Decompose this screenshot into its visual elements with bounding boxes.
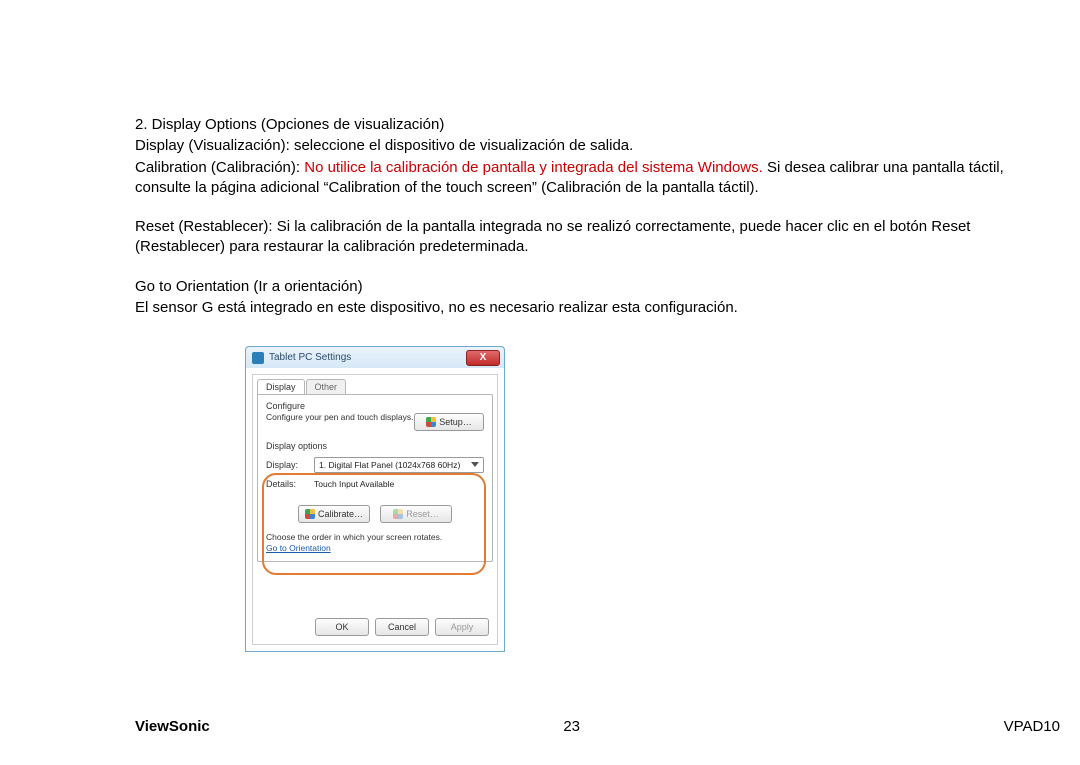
tablet-pc-settings-dialog: Tablet PC Settings X Display Other Confi… [245, 346, 505, 652]
calibration-warning: No utilice la calibración de pantalla y … [304, 159, 763, 176]
paragraph-reset: Reset (Restablecer): Si la calibración d… [135, 217, 1060, 258]
paragraph-orientation-body: El sensor G está integrado en este dispo… [135, 298, 1060, 318]
dialog-button-bar: OK Cancel Apply [253, 612, 497, 638]
heading: 2. Display Options (Opciones de visualiz… [135, 115, 1060, 135]
configure-desc: Configure your pen and touch displays. [266, 413, 414, 422]
paragraph-display: Display (Visualización): seleccione el d… [135, 136, 1060, 156]
reset-button-label: Reset… [406, 509, 439, 519]
setup-button-label: Setup… [439, 417, 472, 427]
tab-strip: Display Other [257, 379, 497, 394]
paragraph-orientation-heading: Go to Orientation (Ir a orientación) [135, 277, 1060, 297]
ok-button[interactable]: OK [315, 618, 369, 636]
display-dropdown-value: 1. Digital Flat Panel (1024x768 60Hz) [319, 460, 460, 470]
configure-label: Configure [266, 401, 484, 411]
shield-icon [305, 509, 315, 519]
dialog-titlebar[interactable]: Tablet PC Settings X [245, 346, 505, 368]
dialog-title: Tablet PC Settings [269, 352, 466, 363]
setup-button[interactable]: Setup… [414, 413, 484, 431]
tab-display[interactable]: Display [257, 379, 305, 394]
cancel-button[interactable]: Cancel [375, 618, 429, 636]
footer-page-number: 23 [140, 718, 1004, 735]
shield-icon [426, 417, 436, 427]
document-body: 2. Display Options (Opciones de visualiz… [135, 115, 1060, 318]
go-to-orientation-link[interactable]: Go to Orientation [266, 543, 331, 553]
display-dropdown[interactable]: 1. Digital Flat Panel (1024x768 60Hz) [314, 457, 484, 473]
display-options-label: Display options [266, 441, 484, 451]
chevron-down-icon [471, 462, 479, 467]
page-footer: ViewSonic 23 VPAD10 [135, 718, 1060, 735]
orientation-desc: Choose the order in which your screen ro… [266, 533, 484, 542]
shield-icon [393, 509, 403, 519]
footer-model: VPAD10 [1004, 718, 1060, 735]
calibration-prefix: Calibration (Calibración): [135, 159, 304, 176]
reset-button[interactable]: Reset… [380, 505, 452, 523]
display-label: Display: [266, 460, 314, 470]
calibrate-button[interactable]: Calibrate… [298, 505, 370, 523]
calibrate-button-label: Calibrate… [318, 509, 363, 519]
tablet-icon [252, 352, 264, 364]
paragraph-calibration: Calibration (Calibración): No utilice la… [135, 158, 1060, 199]
close-button[interactable]: X [466, 350, 500, 366]
tab-panel: Configure Configure your pen and touch d… [257, 394, 493, 562]
details-label: Details: [266, 479, 314, 489]
apply-button[interactable]: Apply [435, 618, 489, 636]
details-value: Touch Input Available [314, 479, 394, 489]
tab-other[interactable]: Other [306, 379, 347, 394]
